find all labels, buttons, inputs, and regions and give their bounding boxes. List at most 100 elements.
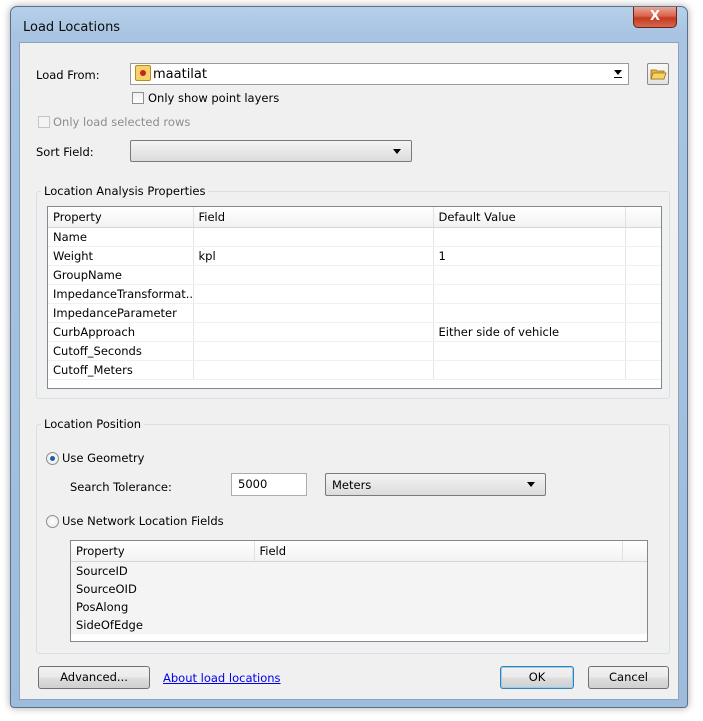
property-cell: GroupName <box>48 265 194 285</box>
field-cell[interactable]: kpl <box>193 246 434 266</box>
spacer-cell <box>625 360 661 380</box>
point-layer-icon <box>135 65 151 81</box>
spacer-cell <box>625 265 661 285</box>
default-value-cell[interactable]: 1 <box>433 246 626 266</box>
ok-button-label: OK <box>528 670 546 684</box>
field-cell[interactable] <box>193 360 434 380</box>
default-value-cell[interactable] <box>433 303 626 323</box>
spacer-cell <box>625 227 661 247</box>
table-row[interactable]: Weight kpl 1 <box>48 246 661 266</box>
cancel-button-label: Cancel <box>609 670 648 684</box>
dialog-body: Load From: maatilat Only show point laye… <box>19 42 679 700</box>
spacer-cell <box>625 284 661 304</box>
grid-header: Property Field <box>71 541 647 562</box>
use-network-fields-label: Use Network Location Fields <box>62 514 224 528</box>
property-cell: CurbApproach <box>48 322 194 342</box>
cancel-button[interactable]: Cancel <box>588 666 669 689</box>
property-cell: SourceID <box>71 561 254 580</box>
table-row[interactable]: Cutoff_Seconds <box>48 341 661 361</box>
table-row[interactable]: Name <box>48 227 661 247</box>
field-cell[interactable] <box>193 284 434 304</box>
search-tolerance-value: 5000 <box>238 477 268 491</box>
browse-button[interactable] <box>647 63 669 85</box>
sort-field-dropdown[interactable] <box>130 140 412 162</box>
table-row[interactable]: SourceOID <box>71 580 647 598</box>
advanced-button-label: Advanced... <box>60 670 128 684</box>
ok-button[interactable]: OK <box>500 666 574 689</box>
column-header-spacer <box>625 207 661 228</box>
table-row[interactable]: SideOfEdge <box>71 616 647 634</box>
network-fields-grid[interactable]: Property Field SourceID SourceOID PosAlo… <box>70 540 648 642</box>
spacer-cell <box>625 341 661 361</box>
about-load-locations-link[interactable]: About load locations <box>163 671 281 685</box>
table-row[interactable]: SourceID <box>71 561 647 580</box>
table-row[interactable]: CurbApproach Either side of vehicle <box>48 322 661 342</box>
table-row[interactable]: ImpedanceParameter <box>48 303 661 323</box>
property-cell: Weight <box>48 246 194 266</box>
spacer-cell <box>622 561 647 580</box>
load-from-dropdown-button[interactable] <box>610 66 626 82</box>
only-selected-rows-label: Only load selected rows <box>53 115 191 129</box>
default-value-cell[interactable] <box>433 360 626 380</box>
chevron-down-icon <box>527 482 535 487</box>
field-cell[interactable] <box>254 561 622 580</box>
field-cell[interactable] <box>193 303 434 323</box>
load-locations-dialog: Load Locations X Load From: maatilat Onl… <box>10 6 688 708</box>
default-value-cell[interactable] <box>433 341 626 361</box>
spacer-cell <box>625 322 661 342</box>
analysis-properties-title: Location Analysis Properties <box>41 184 209 198</box>
field-cell[interactable] <box>193 322 434 342</box>
field-cell[interactable] <box>254 616 622 634</box>
column-header-property[interactable]: Property <box>48 207 194 228</box>
only-selected-rows-checkbox[interactable] <box>38 116 50 128</box>
field-cell[interactable] <box>193 227 434 247</box>
search-tolerance-input[interactable]: 5000 <box>231 473 307 496</box>
property-cell: Cutoff_Meters <box>48 360 194 380</box>
property-cell: SideOfEdge <box>71 616 254 634</box>
use-geometry-label: Use Geometry <box>62 451 145 465</box>
table-row[interactable]: GroupName <box>48 265 661 285</box>
field-cell[interactable] <box>254 598 622 616</box>
close-icon: X <box>649 9 661 24</box>
column-header-default-value[interactable]: Default Value <box>433 207 626 228</box>
sort-field-label: Sort Field: <box>36 145 94 159</box>
field-cell[interactable] <box>193 265 434 285</box>
column-header-field[interactable]: Field <box>193 207 434 228</box>
close-button[interactable]: X <box>633 7 677 28</box>
load-from-combo[interactable]: maatilat <box>130 63 629 85</box>
default-value-cell[interactable]: Either side of vehicle <box>433 322 626 342</box>
open-folder-icon <box>650 69 667 80</box>
load-from-label: Load From: <box>36 68 100 82</box>
column-header-field[interactable]: Field <box>254 541 623 562</box>
default-value-cell[interactable] <box>433 265 626 285</box>
default-value-cell[interactable] <box>433 284 626 304</box>
use-network-fields-radio[interactable] <box>46 515 59 528</box>
table-row[interactable]: PosAlong <box>71 598 647 616</box>
sort-field-arrow <box>389 143 405 159</box>
only-point-layers-checkbox[interactable] <box>132 92 144 104</box>
location-position-title: Location Position <box>41 417 145 431</box>
advanced-button[interactable]: Advanced... <box>38 666 150 689</box>
property-cell: PosAlong <box>71 598 254 616</box>
only-point-layers-label: Only show point layers <box>148 91 280 105</box>
table-row[interactable]: Cutoff_Meters <box>48 360 661 380</box>
window-title: Load Locations <box>23 20 121 35</box>
default-value-cell[interactable] <box>433 227 626 247</box>
chevron-down-icon <box>614 70 622 75</box>
units-dropdown[interactable]: Meters <box>325 473 546 496</box>
field-cell[interactable] <box>254 580 622 598</box>
analysis-properties-grid[interactable]: Property Field Default Value Name Weight… <box>47 206 662 389</box>
property-cell: SourceOID <box>71 580 254 598</box>
chevron-down-icon <box>393 148 401 154</box>
column-header-property[interactable]: Property <box>71 541 255 562</box>
spacer-cell <box>622 598 647 616</box>
use-geometry-radio[interactable] <box>46 452 59 465</box>
units-arrow <box>523 476 539 493</box>
table-row[interactable]: ImpedanceTransformat... <box>48 284 661 304</box>
property-cell: Name <box>48 227 194 247</box>
spacer-cell <box>622 580 647 598</box>
title-bar[interactable]: Load Locations X <box>11 7 687 41</box>
field-cell[interactable] <box>193 341 434 361</box>
grid-header: Property Field Default Value <box>48 207 661 228</box>
spacer-cell <box>625 246 661 266</box>
